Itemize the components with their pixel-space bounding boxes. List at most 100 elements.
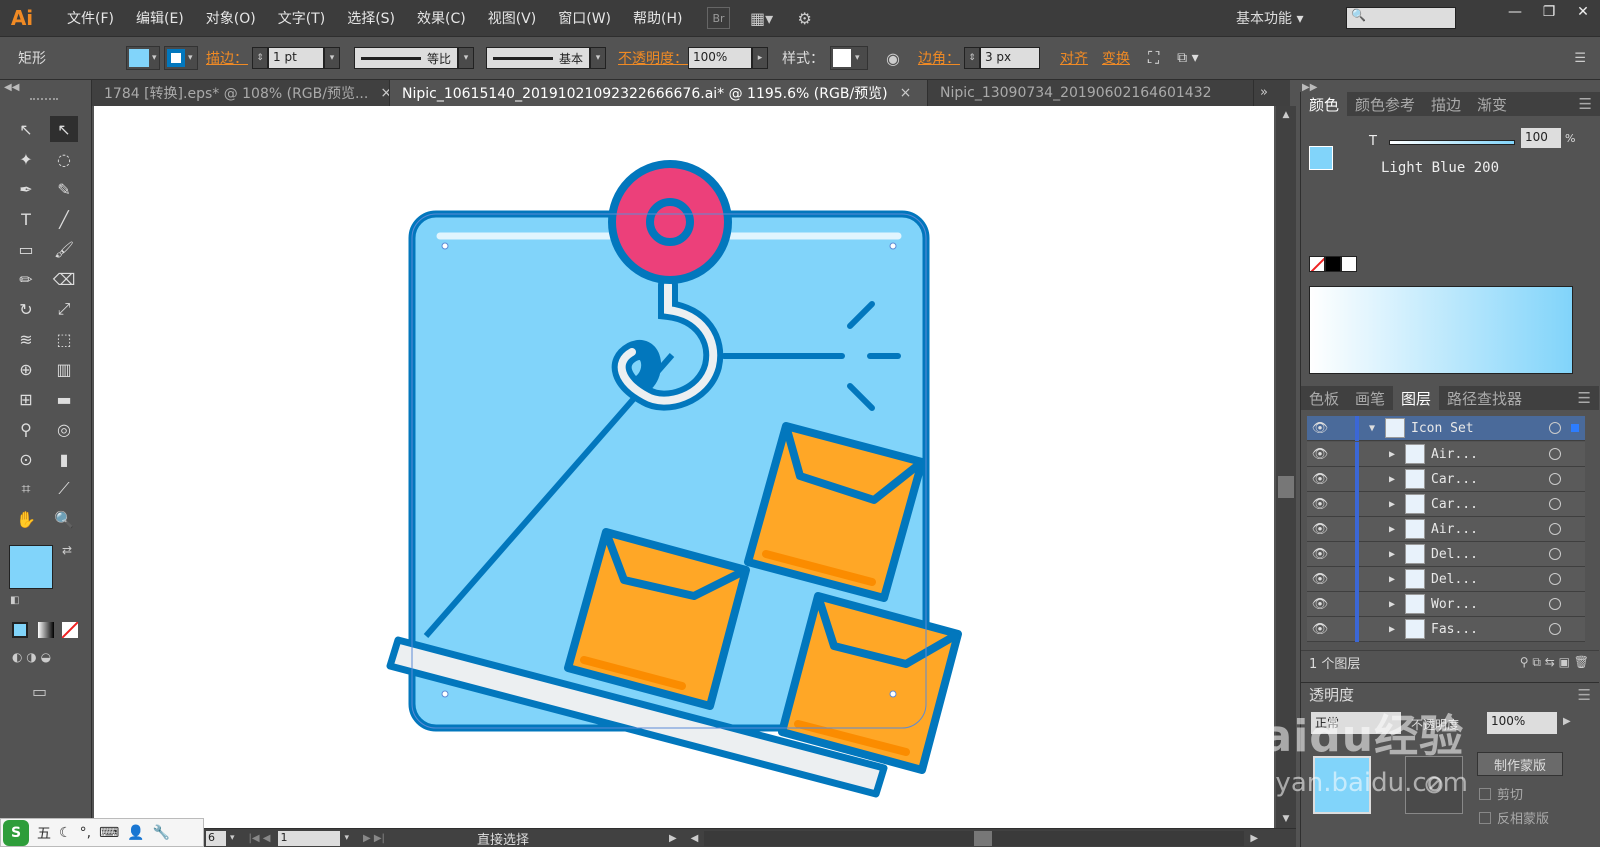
warp-tool-icon[interactable]: ≋	[12, 326, 40, 352]
target-circle-icon[interactable]	[1549, 598, 1561, 610]
menu-select[interactable]: 选择(S)	[336, 8, 406, 28]
hscroll-thumb[interactable]	[974, 830, 993, 846]
restore-button[interactable]: ❐	[1532, 0, 1566, 24]
eraser-tool-icon[interactable]: ⌫	[50, 266, 78, 292]
scroll-thumb[interactable]	[1278, 476, 1294, 498]
next-artboard-icon[interactable]: ▶ ▶|	[363, 833, 385, 844]
tab-doc-3[interactable]: Nipic_13090734_20190602164601432	[928, 80, 1254, 106]
variable-width-profile[interactable]: 等比	[354, 47, 458, 69]
expand-arrow-icon[interactable]: ▶	[1379, 499, 1405, 510]
pencil-tool-icon[interactable]: ✏	[12, 266, 40, 292]
tab-layers[interactable]: 图层	[1393, 386, 1440, 410]
corner-label[interactable]: 边角：	[918, 48, 960, 68]
gradient-tool-icon[interactable]: ▬	[50, 386, 78, 412]
first-artboard-icon[interactable]: |◀ ◀	[249, 833, 271, 844]
rectangle-tool-icon[interactable]: ▭	[12, 236, 40, 262]
blend-tool-icon[interactable]: ◎	[50, 416, 78, 442]
perspective-grid-icon[interactable]: ▥	[50, 356, 78, 382]
hand-tool-icon[interactable]: ✋	[12, 506, 40, 532]
expand-arrow-icon[interactable]: ▶	[1379, 624, 1405, 635]
scroll-down-arrow[interactable]: ▼	[1276, 814, 1296, 824]
menu-type[interactable]: 文字(T)	[267, 8, 336, 28]
expand-arrow-icon[interactable]: ▶	[1379, 574, 1405, 585]
expand-arrow-icon[interactable]: ▼	[1359, 423, 1385, 434]
recolor-icon[interactable]: ◉	[886, 49, 900, 68]
panel-menu-icon[interactable]: ☰	[1571, 95, 1600, 113]
stroke-swatch[interactable]: ▾	[164, 46, 198, 70]
corner-stepper[interactable]: ⇕	[963, 47, 980, 69]
fill-swatch[interactable]: ▾	[126, 46, 160, 70]
stroke-stepper[interactable]: ⇕	[252, 47, 268, 69]
tab-close-icon[interactable]: ×	[380, 85, 389, 101]
opacity-field[interactable]: 100%	[688, 47, 752, 69]
ime-toolbar[interactable]: S 五 ☾ °, ⌨ 👤 🔧	[0, 818, 204, 847]
target-circle-icon[interactable]	[1549, 548, 1561, 560]
minimize-button[interactable]: —	[1498, 0, 1532, 24]
type-tool-icon[interactable]: T	[12, 206, 40, 232]
expand-arrow-icon[interactable]: ▶	[1379, 474, 1405, 485]
status-menu-arrow[interactable]: ▶	[669, 833, 677, 844]
lasso-icon[interactable]: ◌	[50, 146, 78, 172]
menu-view[interactable]: 视图(V)	[477, 8, 548, 28]
visibility-eye-icon[interactable]: 👁	[1307, 522, 1333, 537]
menu-window[interactable]: 窗口(W)	[547, 8, 622, 28]
opacity-arrow-icon[interactable]: ▶	[1563, 716, 1571, 727]
toolbox-grip[interactable]	[30, 98, 58, 102]
clip-checkbox[interactable]: 剪切	[1479, 784, 1523, 803]
artboard[interactable]	[94, 106, 1274, 828]
target-circle-icon[interactable]	[1549, 623, 1561, 635]
tab-swatches[interactable]: 色板	[1301, 388, 1347, 409]
layer-row[interactable]: 👁 ▶ Fas...	[1307, 616, 1585, 642]
corner-radius-field[interactable]: 3 px	[979, 47, 1040, 69]
clip-checkbox-box[interactable]	[1479, 787, 1491, 800]
visibility-eye-icon[interactable]: 👁	[1307, 572, 1333, 587]
stroke-weight-field[interactable]: 1 pt	[268, 47, 324, 69]
layer-row[interactable]: 👁 ▶ Air...	[1307, 516, 1585, 542]
invert-checkbox-box[interactable]	[1479, 811, 1491, 824]
fill-color-box[interactable]	[9, 545, 53, 589]
moon-icon[interactable]: ☾	[59, 825, 72, 841]
workspace-switcher[interactable]: 基本功能 ▾	[1236, 8, 1303, 28]
visibility-eye-icon[interactable]: 👁	[1307, 421, 1333, 436]
close-button[interactable]: ✕	[1566, 0, 1600, 24]
scale-tool-icon[interactable]: ⤢	[50, 296, 78, 322]
arrange-documents-icon[interactable]: ▦▾	[744, 7, 780, 29]
horizontal-scrollbar[interactable]	[704, 830, 1245, 846]
stroke-weight-dropdown[interactable]: ▾	[324, 47, 340, 69]
gradient-mode-icon[interactable]	[38, 622, 54, 638]
hscroll-right-arrow[interactable]: ▶	[1250, 833, 1258, 844]
make-mask-button[interactable]: 制作蒙版	[1477, 752, 1563, 776]
tint-slider[interactable]	[1389, 140, 1515, 145]
visibility-eye-icon[interactable]: 👁	[1307, 497, 1333, 512]
opacity-label[interactable]: 不透明度：	[618, 48, 688, 68]
anchor-point[interactable]	[441, 242, 449, 250]
draw-mode-icons[interactable]: ◐ ◑ ◒	[12, 650, 51, 664]
selected-square-icon[interactable]	[1571, 424, 1579, 432]
tab-doc-1[interactable]: 1784 [转换].eps* @ 108% (RGB/预览... ×	[92, 80, 390, 106]
visibility-eye-icon[interactable]: 👁	[1307, 547, 1333, 562]
tab-doc-2[interactable]: Nipic_10615140_20191021092322666676.ai* …	[390, 80, 928, 106]
color-mode-icon[interactable]	[12, 622, 28, 638]
visibility-eye-icon[interactable]: 👁	[1307, 447, 1333, 462]
stroke-label[interactable]: 描边：	[206, 48, 248, 68]
paintbrush-icon[interactable]: 🖌	[50, 236, 78, 262]
graph-tool-icon[interactable]: ▮	[50, 446, 78, 472]
none-mode-icon[interactable]	[62, 622, 78, 638]
artboard-dropdown-icon[interactable]: ▾	[344, 833, 349, 843]
menu-file[interactable]: 文件(F)	[56, 8, 125, 28]
graphic-style-swatch[interactable]: ▾	[830, 46, 868, 70]
artboard-tool-icon[interactable]: ⌗	[12, 476, 40, 502]
sync-icon[interactable]: ⚙	[794, 7, 816, 29]
menu-help[interactable]: 帮助(H)	[622, 8, 693, 28]
screen-mode-icon[interactable]: ▭	[32, 682, 47, 701]
tab-close-icon[interactable]: ×	[900, 85, 912, 101]
none-chip[interactable]	[1309, 256, 1325, 272]
layer-row[interactable]: 👁 ▼ Icon Set	[1307, 415, 1585, 441]
magic-wand-icon[interactable]: ✦	[12, 146, 40, 172]
anchor-point[interactable]	[441, 690, 449, 698]
layer-footer-icons[interactable]: ⚲ ⧉ ⇆ ▣ 🗑	[1520, 655, 1589, 670]
menu-object[interactable]: 对象(O)	[195, 8, 267, 28]
right-panel-collapse[interactable]: ▶▶	[1302, 82, 1317, 93]
slice-tool-icon[interactable]: ⟋	[50, 476, 78, 502]
symbol-sprayer-icon[interactable]: ⊙	[12, 446, 40, 472]
